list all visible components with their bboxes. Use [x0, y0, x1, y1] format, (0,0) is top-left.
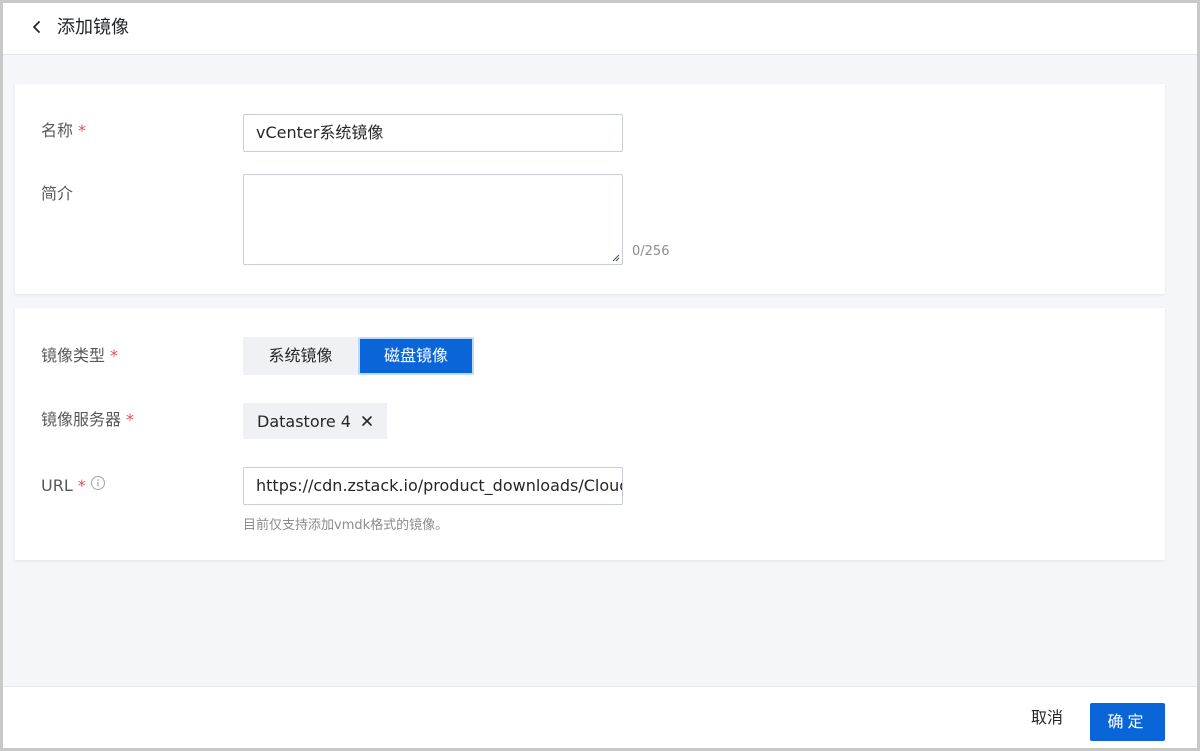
resize-handle-icon[interactable]: [611, 253, 620, 262]
image-type-label: 镜像类型 *: [41, 346, 119, 365]
cancel-button[interactable]: 取消: [1015, 699, 1079, 737]
basic-info-card: 名称 * vCenter系统镜像 简介 0/256: [15, 84, 1165, 294]
page-title: 添加镜像: [57, 17, 129, 38]
image-config-card: 镜像类型 * 系统镜像 磁盘镜像 镜像服务器 * Datastore 4 URL * …: [15, 308, 1165, 560]
image-type-option-system[interactable]: 系统镜像: [243, 337, 358, 375]
description-label: 简介: [41, 184, 74, 203]
url-label: URL *: [41, 476, 86, 495]
image-server-tag-label: Datastore 4: [257, 411, 351, 431]
url-required-mark: *: [77, 476, 86, 495]
info-icon[interactable]: [90, 475, 106, 491]
url-hint: 目前仅支持添加vmdk格式的镜像。: [243, 518, 449, 533]
name-input[interactable]: vCenter系统镜像: [243, 114, 623, 152]
image-server-label: 镜像服务器 *: [41, 410, 135, 429]
url-input[interactable]: https://cdn.zstack.io/product_downloads/…: [243, 467, 623, 505]
close-icon[interactable]: [361, 415, 373, 427]
description-counter: 0/256: [632, 244, 670, 259]
description-textarea[interactable]: [243, 174, 623, 265]
page-header: 添加镜像: [3, 3, 1197, 55]
name-label: 名称 *: [41, 121, 87, 140]
confirm-button[interactable]: 确定: [1090, 703, 1165, 741]
image-server-tag: Datastore 4: [243, 403, 387, 439]
name-required-mark: *: [78, 121, 87, 140]
image-type-option-disk[interactable]: 磁盘镜像: [358, 337, 474, 375]
image-server-required-mark: *: [126, 410, 135, 429]
chevron-left-icon[interactable]: [27, 17, 47, 37]
page-footer: 取消 确定: [3, 686, 1197, 748]
image-type-required-mark: *: [110, 346, 119, 365]
page-frame: 添加镜像 名称 * vCenter系统镜像 简介 0/256 镜像类型 * 系统镜像…: [0, 0, 1200, 751]
